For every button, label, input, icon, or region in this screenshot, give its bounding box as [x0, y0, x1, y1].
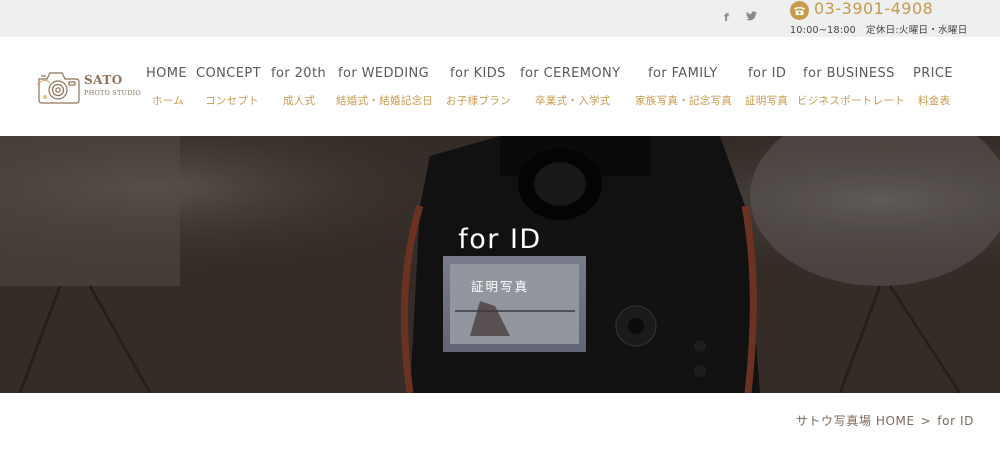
nav-for-wedding[interactable]: for WEDDING	[338, 66, 429, 81]
nav-for-ceremony-ja[interactable]: 卒業式・入学式	[535, 93, 611, 108]
nav-home[interactable]: HOME	[146, 66, 187, 81]
logo-subtitle: PHOTO STUDIO	[84, 89, 141, 97]
logo-name: SATO	[84, 73, 123, 87]
site-logo[interactable]: SATO PHOTO STUDIO	[36, 67, 148, 107]
nav-home-ja[interactable]: ホーム	[152, 93, 184, 108]
nav-for-20th-ja[interactable]: 成人式	[283, 93, 315, 108]
nav-for-kids-ja[interactable]: お子様プラン	[446, 93, 511, 108]
nav-for-wedding-ja[interactable]: 結婚式・結婚記念日	[336, 93, 433, 108]
breadcrumb-separator: >	[920, 414, 932, 428]
nav-price[interactable]: PRICE	[913, 66, 953, 81]
camera-logo-icon	[36, 72, 80, 104]
hero-banner: for ID 証明写真	[0, 136, 1000, 393]
page-title: for ID	[458, 224, 542, 255]
nav-for-20th[interactable]: for 20th	[271, 66, 326, 81]
twitter-icon[interactable]	[746, 11, 757, 24]
camera-hero-image	[0, 136, 1000, 393]
nav-for-family-ja[interactable]: 家族写真・記念写真	[635, 93, 732, 108]
nav-for-id-ja[interactable]: 証明写真	[745, 93, 788, 108]
closed-days: 定休日:火曜日・水曜日	[866, 25, 968, 36]
nav-for-kids[interactable]: for KIDS	[450, 66, 506, 81]
phone-icon	[790, 1, 809, 20]
facebook-icon[interactable]: f	[724, 11, 729, 24]
nav-for-id[interactable]: for ID	[748, 66, 786, 81]
nav-price-ja[interactable]: 料金表	[918, 93, 950, 108]
nav-for-ceremony[interactable]: for CEREMONY	[520, 66, 620, 81]
breadcrumb-home-link[interactable]: サトウ写真場 HOME	[796, 414, 915, 428]
breadcrumb: サトウ写真場 HOME > for ID	[796, 412, 974, 429]
nav-for-business-ja[interactable]: ビジネスポートレート	[797, 93, 905, 108]
breadcrumb-current: for ID	[937, 414, 974, 428]
phone-number[interactable]: 03-3901-4908	[814, 0, 933, 18]
top-bar: f 03-3901-4908 10:00~18:00 定休日:火曜日・水曜日	[0, 0, 1000, 37]
opening-hours: 10:00~18:00	[790, 25, 857, 36]
nav-for-family[interactable]: for FAMILY	[648, 66, 718, 81]
nav-concept[interactable]: CONCEPT	[196, 66, 261, 81]
nav-for-business[interactable]: for BUSINESS	[803, 66, 895, 81]
business-hours: 10:00~18:00 定休日:火曜日・水曜日	[790, 22, 968, 36]
page-subtitle: 証明写真	[470, 279, 529, 294]
site-header: SATO PHOTO STUDIO HOME CONCEPT for 20th …	[0, 37, 1000, 136]
nav-concept-ja[interactable]: コンセプト	[205, 93, 259, 108]
